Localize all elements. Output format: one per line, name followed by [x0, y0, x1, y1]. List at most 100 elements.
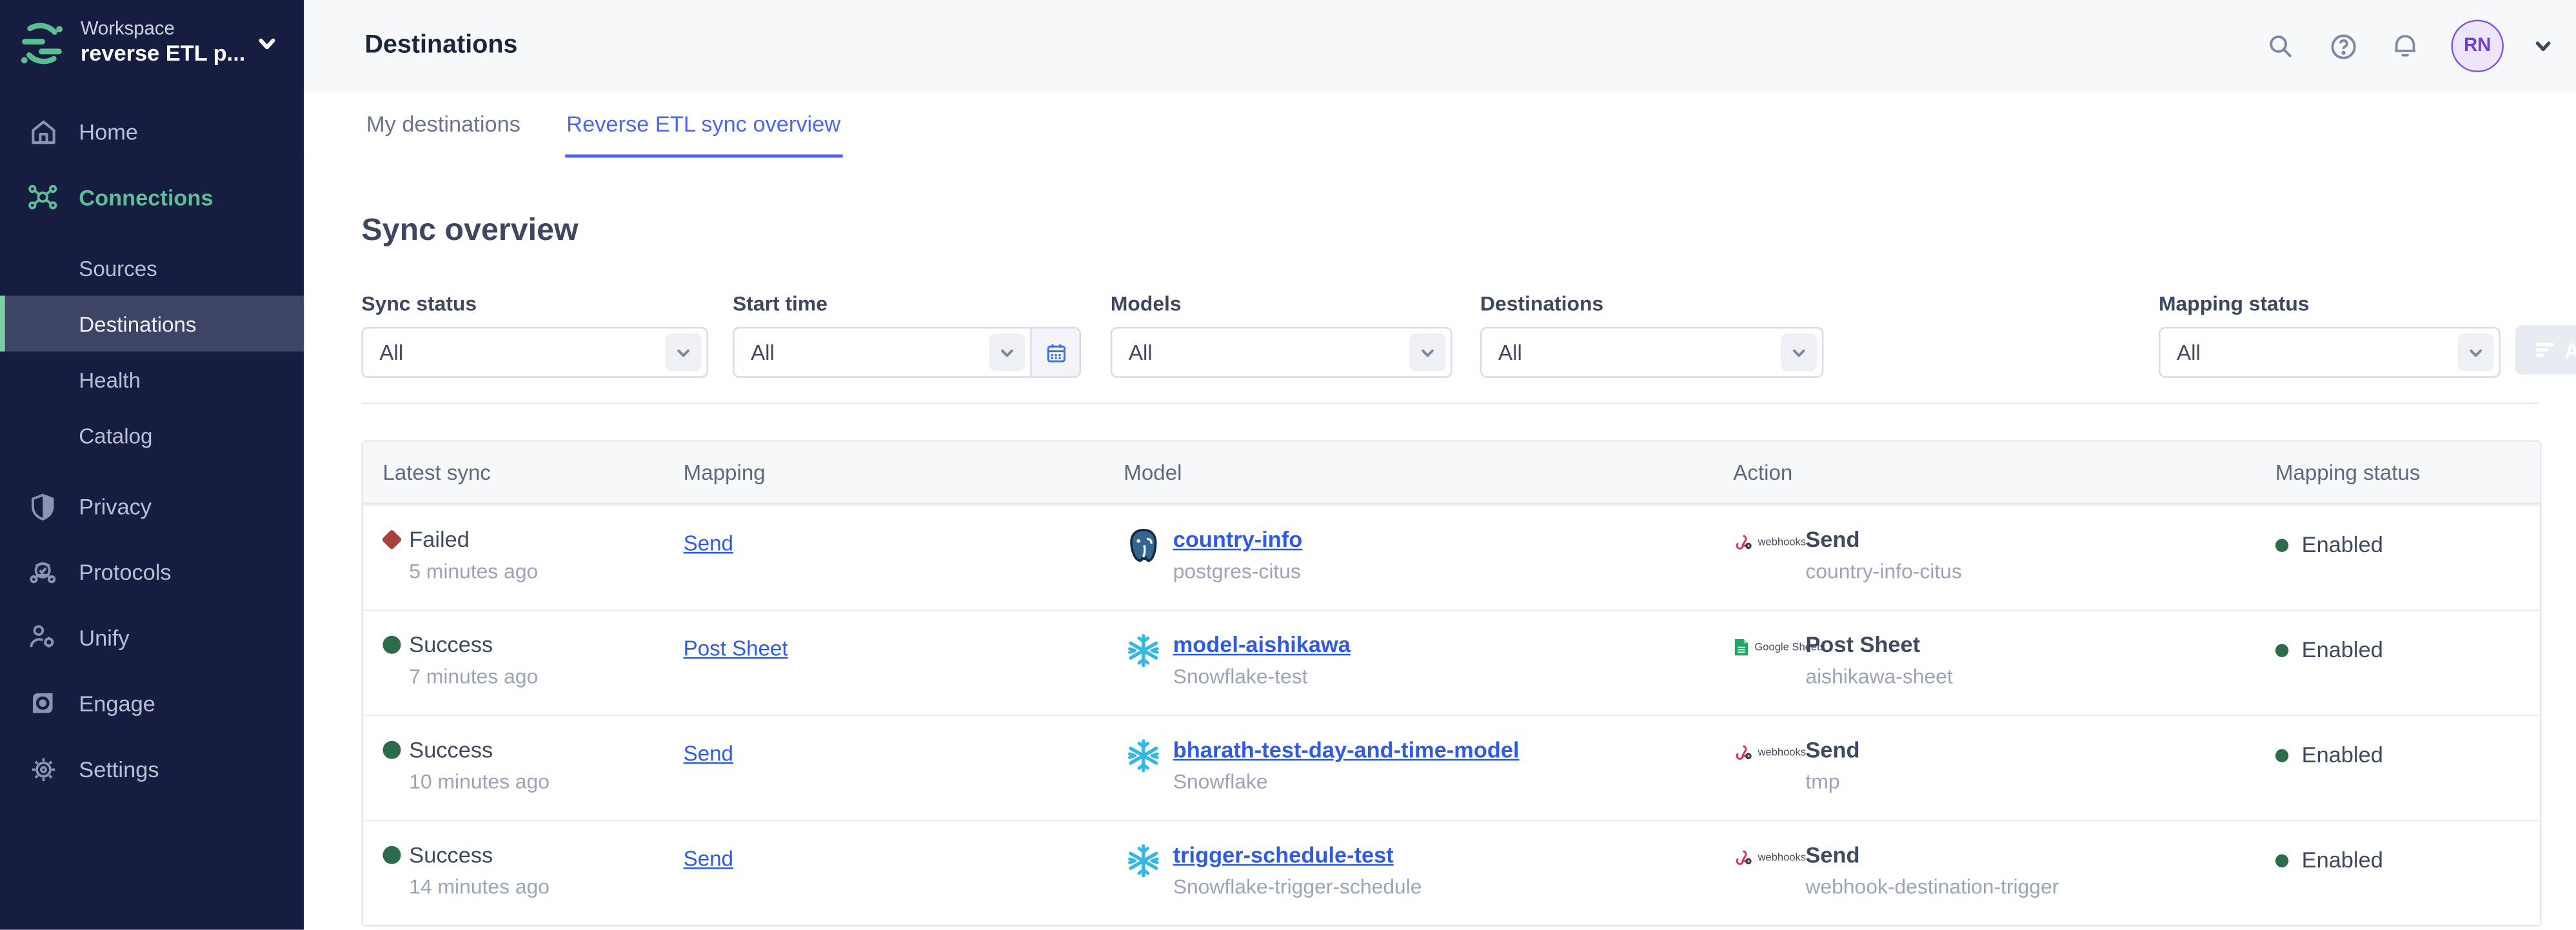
filters-row: Sync status All Start time All Models: [361, 292, 2538, 391]
action-destination: aishikawa-sheet: [1805, 666, 1952, 689]
select-value: All: [363, 340, 666, 364]
sidebar-item-engage[interactable]: Engage: [0, 671, 304, 737]
sidebar-item-label: Catalog: [79, 424, 152, 448]
model-link[interactable]: trigger-schedule-test: [1173, 843, 1394, 867]
connections-icon: [26, 181, 59, 214]
model-link[interactable]: country-info: [1173, 528, 1303, 552]
mapping-status-text: Enabled: [2302, 847, 2383, 872]
sidebar-item-privacy[interactable]: Privacy: [0, 473, 304, 539]
mapping-link[interactable]: Send: [684, 531, 733, 555]
model-link[interactable]: bharath-test-day-and-time-model: [1173, 738, 1520, 762]
sidebar-item-label: Unify: [79, 626, 129, 650]
sidebar-item-sources[interactable]: Sources: [0, 241, 304, 297]
avatar[interactable]: RN: [2451, 20, 2504, 73]
search-icon[interactable]: [2264, 30, 2297, 63]
sync-status-select[interactable]: All: [361, 327, 708, 378]
column-header-mapping: Mapping: [684, 460, 1124, 484]
sync-time: 7 minutes ago: [409, 666, 538, 689]
select-value: All: [1482, 340, 1781, 364]
success-status-icon: [382, 846, 409, 864]
webhooks-icon: [1733, 742, 1753, 762]
sidebar-item-home[interactable]: Home: [0, 99, 304, 164]
chevron-down-icon: [1781, 333, 1817, 371]
chevron-down-icon: [1409, 333, 1445, 371]
filter-label: Start time: [733, 292, 1081, 315]
page-title: Destinations: [364, 31, 517, 61]
section-divider: [361, 402, 2538, 404]
segment-logo-icon: [16, 18, 67, 69]
section-heading: Sync overview: [361, 213, 578, 250]
mapping-status-text: Enabled: [2302, 532, 2383, 557]
help-icon[interactable]: [2326, 30, 2359, 63]
model-source: postgres-citus: [1173, 560, 1301, 584]
select-value: All: [1112, 340, 1409, 364]
apply-button[interactable]: Apply: [2515, 325, 2576, 374]
sidebar-item-label: Home: [79, 119, 138, 144]
sidebar-item-label: Health: [79, 368, 141, 392]
enabled-status-dot: [2275, 748, 2288, 761]
tab-my-destinations[interactable]: My destinations: [364, 92, 522, 158]
models-select[interactable]: All: [1111, 327, 1452, 378]
apply-button-label: Apply: [2564, 337, 2576, 362]
mapping-status-text: Enabled: [2302, 637, 2383, 662]
enabled-status-dot: [2275, 853, 2288, 866]
action-title: Send: [1805, 843, 1859, 867]
sidebar-item-label: Connections: [79, 185, 213, 210]
sidebar-item-label: Protocols: [79, 560, 171, 584]
sidebar-item-settings[interactable]: Settings: [0, 737, 304, 802]
mapping-status-text: Enabled: [2302, 742, 2383, 767]
workspace-chevron-down-icon[interactable]: [256, 33, 277, 54]
sidebar-item-connections[interactable]: Connections: [0, 164, 304, 230]
filter-label: Sync status: [361, 292, 708, 315]
tab-bar: My destinations Reverse ETL sync overvie…: [304, 92, 2576, 159]
success-status-icon: [382, 636, 409, 654]
table-row: Failed 5 minutes ago Send country-info p…: [363, 504, 2540, 609]
table-row: Success 10 minutes ago Send bharath-test…: [363, 715, 2540, 820]
sidebar-item-label: Privacy: [79, 494, 152, 519]
destinations-select[interactable]: All: [1480, 327, 1823, 378]
webhooks-icon: [1733, 847, 1753, 867]
sync-status-text: Success: [409, 738, 493, 762]
action-destination: tmp: [1805, 771, 1839, 794]
column-header-action: Action: [1733, 460, 2275, 484]
model-source: Snowflake: [1173, 771, 1268, 794]
action-title: Send: [1805, 528, 1859, 552]
mapping-status-select[interactable]: All: [2159, 327, 2501, 378]
sidebar-item-catalog[interactable]: Catalog: [0, 408, 304, 464]
action-destination: webhook-destination-trigger: [1805, 876, 2059, 899]
snowflake-icon: [1124, 631, 1163, 670]
sidebar-item-destinations[interactable]: Destinations: [0, 296, 304, 352]
model-link[interactable]: model-aishikawa: [1173, 633, 1351, 657]
sidebar-item-unify[interactable]: Unify: [0, 605, 304, 671]
sidebar-item-label: Sources: [79, 256, 157, 281]
mapping-link[interactable]: Post Sheet: [684, 636, 788, 660]
avatar-initials: RN: [2464, 36, 2491, 56]
calendar-icon[interactable]: [1030, 328, 1079, 376]
gear-icon: [26, 753, 59, 786]
sidebar-item-protocols[interactable]: Protocols: [0, 539, 304, 605]
success-status-icon: [382, 741, 409, 759]
tab-reverse-etl-sync-overview[interactable]: Reverse ETL sync overview: [565, 92, 842, 158]
bell-icon[interactable]: [2389, 30, 2422, 63]
start-time-select[interactable]: All: [733, 327, 1081, 378]
sidebar: Workspace reverse ETL p... Home: [0, 0, 304, 930]
workspace-switcher[interactable]: Workspace reverse ETL p...: [0, 0, 304, 86]
filter-mapping-status: Mapping status All: [2159, 292, 2501, 377]
chevron-down-icon: [2458, 333, 2494, 371]
mapping-link[interactable]: Send: [684, 741, 733, 766]
home-icon: [26, 115, 59, 148]
filter-lines-icon: [2535, 342, 2555, 358]
webhooks-icon: [1733, 532, 1753, 552]
google-sheets-icon: [1733, 637, 1749, 657]
app-window: Workspace reverse ETL p... Home: [0, 0, 2576, 930]
column-header-model: Model: [1124, 460, 1733, 484]
filter-sync-status: Sync status All: [361, 292, 708, 377]
topbar: Destinations RN: [304, 0, 2576, 94]
mapping-link[interactable]: Send: [684, 846, 733, 871]
sync-status-text: Failed: [409, 528, 470, 552]
account-chevron-down-icon[interactable]: [2533, 36, 2553, 56]
sidebar-item-label: Settings: [79, 757, 159, 782]
sidebar-item-health[interactable]: Health: [0, 352, 304, 408]
column-header-latest-sync: Latest sync: [382, 460, 683, 484]
snowflake-icon: [1124, 736, 1163, 775]
